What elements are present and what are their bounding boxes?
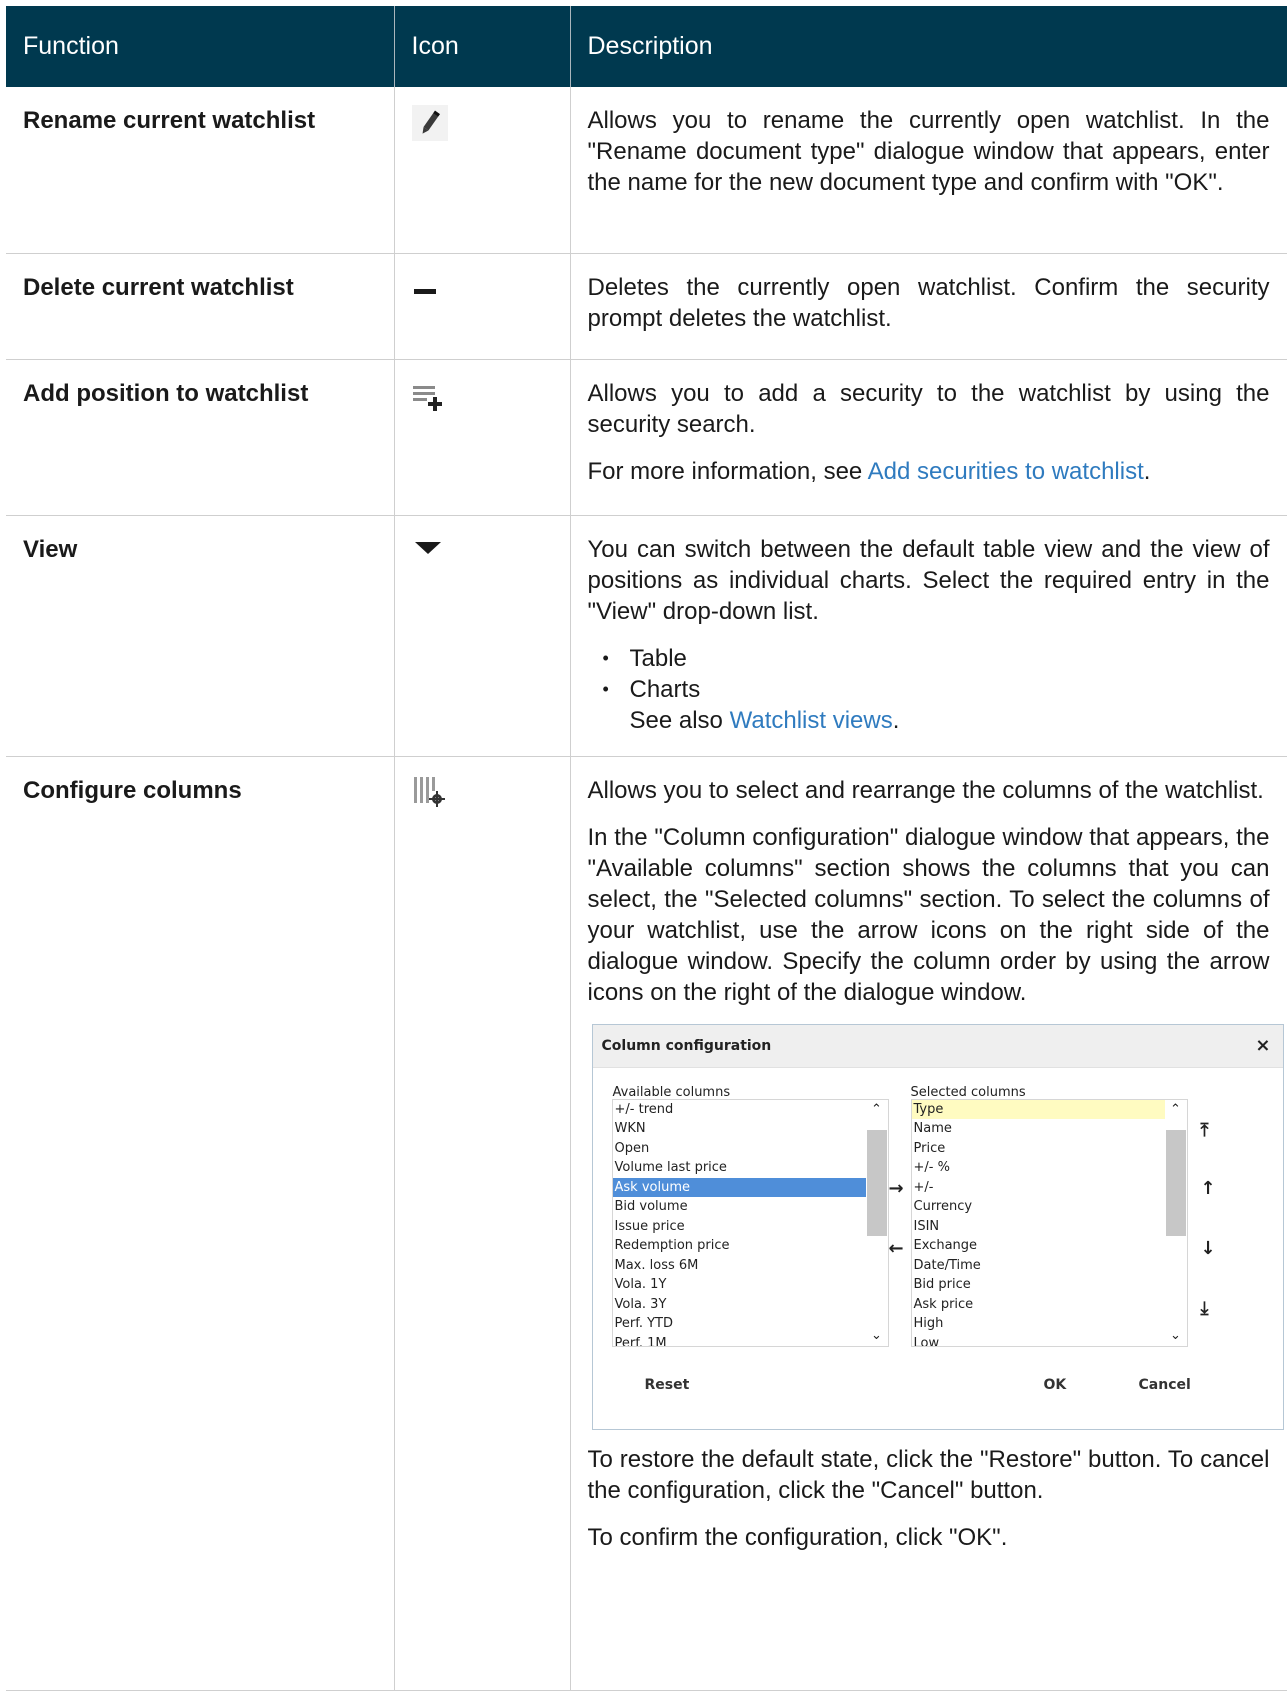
close-icon[interactable]: × — [1255, 1025, 1270, 1067]
minus-icon — [412, 287, 448, 314]
scroll-up-icon[interactable]: ⌃ — [1165, 1100, 1187, 1120]
add-securities-link[interactable]: Add securities to watchlist — [868, 458, 1144, 485]
move-up-icon[interactable]: ↑ — [1201, 1173, 1216, 1204]
description-text: To confirm the configuration, click "OK"… — [587, 1523, 1008, 1551]
list-item[interactable]: +/- % — [912, 1158, 1187, 1178]
view-options-list: Table Charts — [588, 643, 1270, 705]
list-item[interactable]: Type — [911, 1099, 1187, 1119]
function-name: Configure columns — [6, 756, 395, 1691]
list-item[interactable]: Exchange — [912, 1236, 1187, 1256]
list-item[interactable]: Vola. 3Y — [613, 1295, 888, 1315]
table-row: Delete current watchlist Deletes the cur… — [6, 253, 1287, 360]
watchlist-views-link[interactable]: Watchlist views — [730, 707, 893, 734]
list-item[interactable]: Redemption price — [613, 1236, 888, 1256]
description-text: To restore the default state, click the … — [587, 1445, 1270, 1504]
list-item[interactable]: +/- trend — [613, 1100, 888, 1120]
description-text: Allows you to select and rearrange the c… — [587, 776, 1264, 804]
scrollbar[interactable]: ⌃ ⌄ — [1164, 1099, 1187, 1346]
header-description: Description — [569, 6, 1287, 87]
list-item[interactable]: WKN — [613, 1119, 888, 1139]
list-item[interactable]: Ask volume — [612, 1177, 888, 1197]
reset-button[interactable]: Reset — [645, 1370, 690, 1401]
scroll-down-icon[interactable]: ⌄ — [866, 1326, 888, 1346]
list-item[interactable]: Price — [912, 1139, 1187, 1159]
list-item[interactable]: Ask price — [912, 1295, 1187, 1315]
ok-button[interactable]: OK — [1044, 1370, 1067, 1401]
header-icon: Icon — [393, 6, 570, 87]
header-function: Function — [6, 6, 394, 87]
function-name: View — [6, 515, 395, 757]
scrollbar[interactable]: ⌃ ⌄ — [865, 1099, 888, 1346]
function-description: Deletes the currently open watchlist. Co… — [570, 253, 1287, 360]
table-header: Function Icon Description — [6, 6, 1287, 87]
column-configuration-dialog: Column configuration × Available columns… — [591, 1023, 1284, 1430]
list-item: Table — [603, 643, 1270, 674]
list-item[interactable]: +/- — [912, 1178, 1187, 1198]
function-description: You can switch between the default table… — [570, 515, 1287, 757]
function-description: Allows you to add a security to the watc… — [570, 359, 1287, 516]
table-row: Rename current watchlist Allows you to r… — [6, 87, 1287, 254]
list-item[interactable]: Name — [912, 1119, 1187, 1139]
scroll-down-icon[interactable]: ⌄ — [1165, 1326, 1187, 1346]
list-item[interactable]: Bid volume — [613, 1197, 888, 1217]
list-item[interactable]: Max. loss 6M — [613, 1256, 888, 1276]
function-name: Delete current watchlist — [6, 253, 395, 360]
table-row: Configure columns Allows you to select a… — [6, 756, 1287, 1691]
list-item[interactable]: Low — [912, 1334, 1187, 1346]
move-right-arrow-icon[interactable]: → — [889, 1173, 904, 1204]
move-to-bottom-icon[interactable]: ⤓ — [1201, 1293, 1209, 1324]
description-text: You can switch between the default table… — [587, 535, 1270, 625]
list-item[interactable]: Open — [613, 1139, 888, 1159]
description-text: Allows you to rename the currently open … — [587, 107, 1270, 196]
dropdown-triangle-icon — [412, 541, 448, 576]
list-item[interactable]: Bid price — [912, 1275, 1187, 1295]
description-text: Allows you to add a security to the watc… — [587, 379, 1270, 438]
list-item[interactable]: High — [912, 1314, 1187, 1334]
description-text: In the "Column configuration" dialogue w… — [587, 823, 1270, 1006]
list-item[interactable]: ISIN — [912, 1217, 1187, 1237]
list-item[interactable]: Perf. 1M — [613, 1334, 888, 1346]
table-row: View You can switch between the default … — [6, 515, 1287, 757]
functions-table: Function Icon Description Rename current… — [6, 6, 1287, 1691]
list-item[interactable]: Issue price — [613, 1217, 888, 1237]
list-item[interactable]: Perf. YTD — [613, 1314, 888, 1334]
table-row: Add position to watchlist Allows you to … — [6, 359, 1287, 516]
available-columns-list[interactable]: +/- trend WKN Open Volume last price Ask vol… — [611, 1098, 889, 1347]
list-item[interactable]: Date/Time — [912, 1256, 1187, 1276]
list-item[interactable]: Volume last price — [613, 1158, 888, 1178]
list-item[interactable]: Vola. 1Y — [613, 1275, 888, 1295]
function-name: Add position to watchlist — [6, 359, 395, 516]
dialog-title: Column configuration — [601, 1037, 772, 1054]
pencil-icon — [411, 105, 448, 147]
description-text: Deletes the currently open watchlist. Co… — [587, 273, 1270, 332]
function-name: Rename current watchlist — [6, 87, 395, 254]
add-to-list-icon — [412, 385, 448, 420]
list-item[interactable]: Currency — [912, 1197, 1187, 1217]
selected-columns-list[interactable]: Type Name Price +/- % +/- Currency ISIN Exchang… — [910, 1098, 1188, 1347]
list-item: Charts — [603, 674, 1270, 705]
move-down-icon[interactable]: ↓ — [1201, 1233, 1216, 1264]
scroll-up-icon[interactable]: ⌃ — [866, 1100, 888, 1120]
move-to-top-icon[interactable]: ⤒ — [1201, 1115, 1209, 1146]
function-description: Allows you to select and rearrange the c… — [570, 756, 1287, 1691]
columns-gear-icon — [412, 776, 448, 817]
function-description: Allows you to rename the currently open … — [570, 87, 1287, 254]
cancel-button[interactable]: Cancel — [1139, 1370, 1191, 1401]
move-left-arrow-icon[interactable]: ← — [889, 1233, 904, 1264]
